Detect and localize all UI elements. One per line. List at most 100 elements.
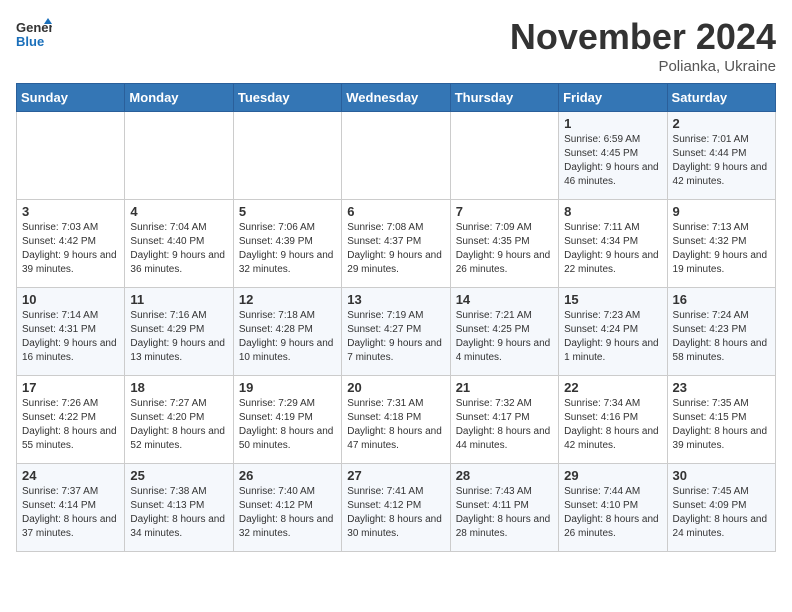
calendar-cell xyxy=(17,112,125,200)
day-number: 2 xyxy=(673,116,770,131)
day-number: 12 xyxy=(239,292,336,307)
day-number: 14 xyxy=(456,292,553,307)
day-info: Sunrise: 7:38 AM Sunset: 4:13 PM Dayligh… xyxy=(130,485,227,541)
calendar-cell: 4Sunrise: 7:04 AM Sunset: 4:40 PM Daylig… xyxy=(125,200,233,288)
day-number: 16 xyxy=(673,292,770,307)
calendar-cell xyxy=(233,112,341,200)
calendar-cell: 16 Sunrise: 7:24 AM Sunset: 4:23 PM Dayli… xyxy=(667,288,775,376)
day-info: Sunrise: 7:29 AM Sunset: 4:19 PM Dayligh… xyxy=(239,397,336,453)
calendar-cell: 10 Sunrise: 7:14 AM Sunset: 4:31 PM Dayli… xyxy=(17,288,125,376)
header-tuesday: Tuesday xyxy=(233,84,341,112)
day-number: 7 xyxy=(456,204,553,219)
calendar-cell: 13 Sunrise: 7:19 AM Sunset: 4:27 PM Dayli… xyxy=(342,288,450,376)
week-row-3: 17 Sunrise: 7:26 AM Sunset: 4:22 PM Dayli… xyxy=(17,376,776,464)
day-info: Sunrise: 7:31 AM Sunset: 4:18 PM Dayligh… xyxy=(347,397,444,453)
day-info: Sunrise: 7:21 AM Sunset: 4:25 PM Dayligh… xyxy=(456,309,553,365)
calendar-cell xyxy=(125,112,233,200)
page-header: General Blue November 2024 Polianka, Ukr… xyxy=(16,16,776,75)
day-number: 27 xyxy=(347,468,444,483)
day-number: 1 xyxy=(564,116,661,131)
day-info: Sunrise: 7:37 AM Sunset: 4:14 PM Dayligh… xyxy=(22,485,119,541)
calendar-cell xyxy=(450,112,558,200)
day-info: Sunrise: 7:18 AM Sunset: 4:28 PM Dayligh… xyxy=(239,309,336,365)
calendar-cell: 8 Sunrise: 7:11 AM Sunset: 4:34 PM Daylig… xyxy=(559,200,667,288)
day-number: 26 xyxy=(239,468,336,483)
day-number: 3 xyxy=(22,204,119,219)
week-row-0: 1Sunrise: 6:59 AM Sunset: 4:45 PM Daylig… xyxy=(17,112,776,200)
header-friday: Friday xyxy=(559,84,667,112)
day-info: Sunrise: 7:14 AM Sunset: 4:31 PM Dayligh… xyxy=(22,309,119,365)
day-info: Sunrise: 7:27 AM Sunset: 4:20 PM Dayligh… xyxy=(130,397,227,453)
day-info: Sunrise: 7:23 AM Sunset: 4:24 PM Dayligh… xyxy=(564,309,661,365)
day-number: 29 xyxy=(564,468,661,483)
calendar-cell: 22 Sunrise: 7:34 AM Sunset: 4:16 PM Dayli… xyxy=(559,376,667,464)
calendar-cell: 1Sunrise: 6:59 AM Sunset: 4:45 PM Daylig… xyxy=(559,112,667,200)
day-info: Sunrise: 7:45 AM Sunset: 4:09 PM Dayligh… xyxy=(673,485,770,541)
day-info: Sunrise: 7:09 AM Sunset: 4:35 PM Dayligh… xyxy=(456,221,553,277)
logo-icon: General Blue xyxy=(16,16,52,52)
header-sunday: Sunday xyxy=(17,84,125,112)
day-info: Sunrise: 7:34 AM Sunset: 4:16 PM Dayligh… xyxy=(564,397,661,453)
day-number: 8 xyxy=(564,204,661,219)
day-number: 18 xyxy=(130,380,227,395)
day-info: Sunrise: 7:03 AM Sunset: 4:42 PM Dayligh… xyxy=(22,221,119,277)
calendar-cell xyxy=(342,112,450,200)
calendar-cell: 24 Sunrise: 7:37 AM Sunset: 4:14 PM Dayli… xyxy=(17,464,125,552)
calendar-cell: 15 Sunrise: 7:23 AM Sunset: 4:24 PM Dayli… xyxy=(559,288,667,376)
calendar-cell: 28 Sunrise: 7:43 AM Sunset: 4:11 PM Dayli… xyxy=(450,464,558,552)
day-number: 21 xyxy=(456,380,553,395)
day-info: Sunrise: 7:08 AM Sunset: 4:37 PM Dayligh… xyxy=(347,221,444,277)
day-number: 20 xyxy=(347,380,444,395)
calendar-cell: 17 Sunrise: 7:26 AM Sunset: 4:22 PM Dayli… xyxy=(17,376,125,464)
calendar-cell: 11 Sunrise: 7:16 AM Sunset: 4:29 PM Dayli… xyxy=(125,288,233,376)
calendar-cell: 9 Sunrise: 7:13 AM Sunset: 4:32 PM Daylig… xyxy=(667,200,775,288)
day-number: 23 xyxy=(673,380,770,395)
title-block: November 2024 Polianka, Ukraine xyxy=(510,16,776,75)
day-info: Sunrise: 7:24 AM Sunset: 4:23 PM Dayligh… xyxy=(673,309,770,365)
calendar-cell: 25 Sunrise: 7:38 AM Sunset: 4:13 PM Dayli… xyxy=(125,464,233,552)
day-number: 22 xyxy=(564,380,661,395)
calendar-table: SundayMondayTuesdayWednesdayThursdayFrid… xyxy=(16,83,776,552)
calendar-cell: 5Sunrise: 7:06 AM Sunset: 4:39 PM Daylig… xyxy=(233,200,341,288)
day-info: Sunrise: 7:35 AM Sunset: 4:15 PM Dayligh… xyxy=(673,397,770,453)
day-info: Sunrise: 7:04 AM Sunset: 4:40 PM Dayligh… xyxy=(130,221,227,277)
header-saturday: Saturday xyxy=(667,84,775,112)
day-number: 24 xyxy=(22,468,119,483)
day-info: Sunrise: 7:32 AM Sunset: 4:17 PM Dayligh… xyxy=(456,397,553,453)
day-number: 6 xyxy=(347,204,444,219)
calendar-cell: 21 Sunrise: 7:32 AM Sunset: 4:17 PM Dayli… xyxy=(450,376,558,464)
day-info: Sunrise: 7:01 AM Sunset: 4:44 PM Dayligh… xyxy=(673,133,770,189)
day-number: 28 xyxy=(456,468,553,483)
calendar-cell: 7 Sunrise: 7:09 AM Sunset: 4:35 PM Daylig… xyxy=(450,200,558,288)
day-number: 25 xyxy=(130,468,227,483)
day-info: Sunrise: 7:16 AM Sunset: 4:29 PM Dayligh… xyxy=(130,309,227,365)
calendar-cell: 27Sunrise: 7:41 AM Sunset: 4:12 PM Dayli… xyxy=(342,464,450,552)
svg-text:Blue: Blue xyxy=(16,34,44,49)
day-info: Sunrise: 7:26 AM Sunset: 4:22 PM Dayligh… xyxy=(22,397,119,453)
day-info: Sunrise: 7:06 AM Sunset: 4:39 PM Dayligh… xyxy=(239,221,336,277)
calendar-header-row: SundayMondayTuesdayWednesdayThursdayFrid… xyxy=(17,84,776,112)
day-info: Sunrise: 7:19 AM Sunset: 4:27 PM Dayligh… xyxy=(347,309,444,365)
day-number: 17 xyxy=(22,380,119,395)
header-wednesday: Wednesday xyxy=(342,84,450,112)
location: Polianka, Ukraine xyxy=(510,58,776,75)
day-info: Sunrise: 7:43 AM Sunset: 4:11 PM Dayligh… xyxy=(456,485,553,541)
calendar-cell: 3 Sunrise: 7:03 AM Sunset: 4:42 PM Daylig… xyxy=(17,200,125,288)
day-info: Sunrise: 7:11 AM Sunset: 4:34 PM Dayligh… xyxy=(564,221,661,277)
day-number: 10 xyxy=(22,292,119,307)
day-info: Sunrise: 7:40 AM Sunset: 4:12 PM Dayligh… xyxy=(239,485,336,541)
week-row-1: 3 Sunrise: 7:03 AM Sunset: 4:42 PM Daylig… xyxy=(17,200,776,288)
calendar-cell: 29 Sunrise: 7:44 AM Sunset: 4:10 PM Dayli… xyxy=(559,464,667,552)
calendar-cell: 26 Sunrise: 7:40 AM Sunset: 4:12 PM Dayli… xyxy=(233,464,341,552)
day-info: Sunrise: 7:13 AM Sunset: 4:32 PM Dayligh… xyxy=(673,221,770,277)
day-number: 19 xyxy=(239,380,336,395)
day-number: 15 xyxy=(564,292,661,307)
day-number: 11 xyxy=(130,292,227,307)
day-info: Sunrise: 7:44 AM Sunset: 4:10 PM Dayligh… xyxy=(564,485,661,541)
logo: General Blue xyxy=(16,16,52,52)
header-thursday: Thursday xyxy=(450,84,558,112)
header-monday: Monday xyxy=(125,84,233,112)
day-number: 13 xyxy=(347,292,444,307)
day-number: 9 xyxy=(673,204,770,219)
calendar-cell: 30Sunrise: 7:45 AM Sunset: 4:09 PM Dayli… xyxy=(667,464,775,552)
